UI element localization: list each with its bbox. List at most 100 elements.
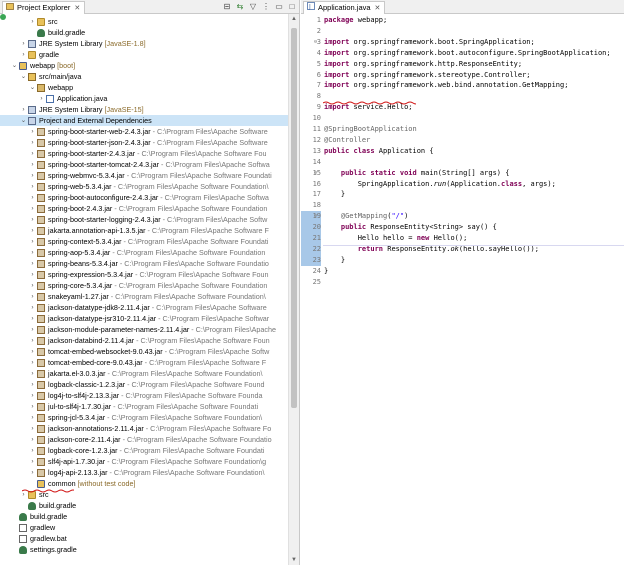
fold-toggle-icon[interactable]: ⊖ xyxy=(314,37,320,48)
chevron-right-icon[interactable]: › xyxy=(29,302,36,313)
code-editor[interactable]: 1 package webapp; 2 3 ⊖ import org.springfram… xyxy=(301,14,624,565)
chevron-down-icon[interactable]: ⌄ xyxy=(20,115,27,126)
chevron-right-icon[interactable]: › xyxy=(29,434,36,445)
chevron-right-icon[interactable]: › xyxy=(29,126,36,137)
code-line[interactable]: 19 ⊖ @GetMapping("/") xyxy=(301,211,624,223)
chevron-right-icon[interactable]: › xyxy=(29,170,36,181)
maximize-icon[interactable]: □ xyxy=(287,2,297,12)
code-line[interactable]: 18 xyxy=(301,200,624,211)
minimize-icon[interactable]: ▭ xyxy=(274,2,284,12)
chevron-right-icon[interactable]: › xyxy=(20,104,27,115)
code-line[interactable]: 25 xyxy=(301,277,624,288)
chevron-right-icon[interactable]: › xyxy=(20,38,27,49)
tree-item[interactable]: › jul-to-slf4j-1.7.30.jar - C:\Program Fi… xyxy=(0,401,288,412)
chevron-right-icon[interactable]: › xyxy=(29,445,36,456)
tree-item[interactable]: › jakarta.el-3.0.3.jar - C:\Program Files… xyxy=(0,368,288,379)
chevron-right-icon[interactable]: › xyxy=(29,192,36,203)
code-line[interactable]: 4 import org.springframework.boot.autocon… xyxy=(301,48,624,59)
view-menu-icon[interactable]: ⋮ xyxy=(261,2,271,12)
close-icon[interactable]: ✕ xyxy=(375,5,381,12)
tree-item[interactable]: › Application.java xyxy=(0,93,288,104)
fold-toggle-icon[interactable]: ⊖ xyxy=(314,211,320,222)
code-line[interactable]: 15 ⊖ public static void main(String[] arg… xyxy=(301,168,624,179)
tree-item[interactable]: › tomcat-embed-websocket-9.0.43.jar - C:\… xyxy=(0,346,288,357)
chevron-right-icon[interactable]: › xyxy=(29,401,36,412)
link-with-editor-icon[interactable]: ⇆ xyxy=(235,2,245,12)
tree-item[interactable]: › jackson-datatype-jdk8-2.11.4.jar - C:\P… xyxy=(0,302,288,313)
chevron-right-icon[interactable]: › xyxy=(29,313,36,324)
tree-item[interactable]: › jackson-datatype-jsr310-2.11.4.jar - C:… xyxy=(0,313,288,324)
tree-item[interactable]: › spring-expression-5.3.4.jar - C:\Progra… xyxy=(0,269,288,280)
chevron-right-icon[interactable]: › xyxy=(29,412,36,423)
tab-application-java[interactable]: J Application.java ✕ xyxy=(303,1,386,14)
chevron-right-icon[interactable]: › xyxy=(29,258,36,269)
scrollbar-thumb[interactable] xyxy=(291,28,297,408)
tree-item[interactable]: › jackson-core-2.11.4.jar - C:\Program Fi… xyxy=(0,434,288,445)
tree-item[interactable]: gradlew xyxy=(0,522,288,533)
tree-item[interactable]: › slf4j-api-1.7.30.jar - C:\Program Files… xyxy=(0,456,288,467)
tree-item[interactable]: settings.gradle xyxy=(0,544,288,555)
chevron-right-icon[interactable]: › xyxy=(20,49,27,60)
tree-item[interactable]: ⌄ webapp xyxy=(0,82,288,93)
chevron-right-icon[interactable]: › xyxy=(29,148,36,159)
tree-item[interactable]: build.gradle xyxy=(0,27,288,38)
chevron-right-icon[interactable]: › xyxy=(29,137,36,148)
tree-item[interactable]: › spring-boot-starter-tomcat-2.4.3.jar - … xyxy=(0,159,288,170)
tree-item[interactable]: › jackson-module-parameter-names-2.11.4.j… xyxy=(0,324,288,335)
tree-item[interactable]: › spring-web-5.3.4.jar - C:\Program Files… xyxy=(0,181,288,192)
code-line[interactable]: 23 } xyxy=(301,254,624,266)
tab-project-explorer[interactable]: Project Explorer ✕ xyxy=(2,1,86,14)
tree-item[interactable]: › spring-jcl-5.3.4.jar - C:\Program Files… xyxy=(0,412,288,423)
tree-item[interactable]: › log4j-api-2.13.3.jar - C:\Program Files… xyxy=(0,467,288,478)
chevron-right-icon[interactable]: › xyxy=(29,368,36,379)
tree-item[interactable]: › JRE System Library [JavaSE-1.8] xyxy=(0,38,288,49)
chevron-right-icon[interactable]: › xyxy=(29,225,36,236)
tree-item[interactable]: › jackson-databind-2.11.4.jar - C:\Progra… xyxy=(0,335,288,346)
tree-item[interactable]: build.gradle xyxy=(0,511,288,522)
chevron-right-icon[interactable]: › xyxy=(29,214,36,225)
chevron-right-icon[interactable]: › xyxy=(29,159,36,170)
chevron-down-icon[interactable]: ⌄ xyxy=(29,82,36,93)
code-line[interactable]: 6 import org.springframework.stereotype.C… xyxy=(301,70,624,81)
code-line[interactable]: 12 @Controller xyxy=(301,135,624,146)
tree-item[interactable]: › spring-core-5.3.4.jar - C:\Program File… xyxy=(0,280,288,291)
tree-item[interactable]: › spring-boot-starter-2.4.3.jar - C:\Prog… xyxy=(0,148,288,159)
tree-item[interactable]: › snakeyaml-1.27.jar - C:\Program Files\A… xyxy=(0,291,288,302)
code-line[interactable]: 11 @SpringBootApplication xyxy=(301,124,624,135)
chevron-right-icon[interactable]: › xyxy=(29,346,36,357)
chevron-right-icon[interactable]: › xyxy=(29,236,36,247)
chevron-right-icon[interactable]: › xyxy=(29,390,36,401)
tree-item[interactable]: gradlew.bat xyxy=(0,533,288,544)
tree-item[interactable]: › logback-core-1.2.3.jar - C:\Program Fil… xyxy=(0,445,288,456)
tree-item[interactable]: › spring-boot-starter-json-2.4.3.jar - C:… xyxy=(0,137,288,148)
chevron-right-icon[interactable]: › xyxy=(29,467,36,478)
close-icon[interactable]: ✕ xyxy=(74,5,80,12)
tree-item[interactable]: common [without test code] xyxy=(0,478,288,489)
tree-item[interactable]: build.gradle xyxy=(0,500,288,511)
code-line[interactable]: 21 Hello hello = new Hello(); xyxy=(301,233,624,244)
tree-item[interactable]: ⌄ Project and External Dependencies xyxy=(0,115,288,126)
scroll-down-icon[interactable]: ▼ xyxy=(289,555,299,565)
code-line[interactable]: 20 public ResponseEntity<String> say() { xyxy=(301,222,624,233)
code-line[interactable]: 14 xyxy=(301,157,624,168)
chevron-right-icon[interactable]: › xyxy=(29,324,36,335)
chevron-right-icon[interactable]: › xyxy=(38,93,45,104)
tree-item[interactable]: › spring-boot-2.4.3.jar - C:\Program File… xyxy=(0,203,288,214)
tree-item[interactable]: › tomcat-embed-core-9.0.43.jar - C:\Progr… xyxy=(0,357,288,368)
chevron-down-icon[interactable]: ⌄ xyxy=(11,60,18,71)
tree-item[interactable]: ⌄ webapp [boot] xyxy=(0,60,288,71)
chevron-right-icon[interactable]: › xyxy=(29,280,36,291)
fold-toggle-icon[interactable]: ⊖ xyxy=(314,168,320,179)
chevron-right-icon[interactable]: › xyxy=(29,335,36,346)
code-line[interactable]: 10 xyxy=(301,113,624,124)
chevron-right-icon[interactable]: › xyxy=(29,247,36,258)
code-line[interactable]: 24} xyxy=(301,266,624,277)
tree-item[interactable]: › spring-boot-autoconfigure-2.4.3.jar - C… xyxy=(0,192,288,203)
chevron-right-icon[interactable]: › xyxy=(29,291,36,302)
chevron-right-icon[interactable]: › xyxy=(29,456,36,467)
code-line[interactable]: 13 public class Application { xyxy=(301,146,624,157)
chevron-right-icon[interactable]: › xyxy=(29,379,36,390)
tree-item[interactable]: ⌄ src/main/java xyxy=(0,71,288,82)
chevron-down-icon[interactable]: ⌄ xyxy=(20,71,27,82)
tree-item[interactable]: › src xyxy=(0,16,288,27)
